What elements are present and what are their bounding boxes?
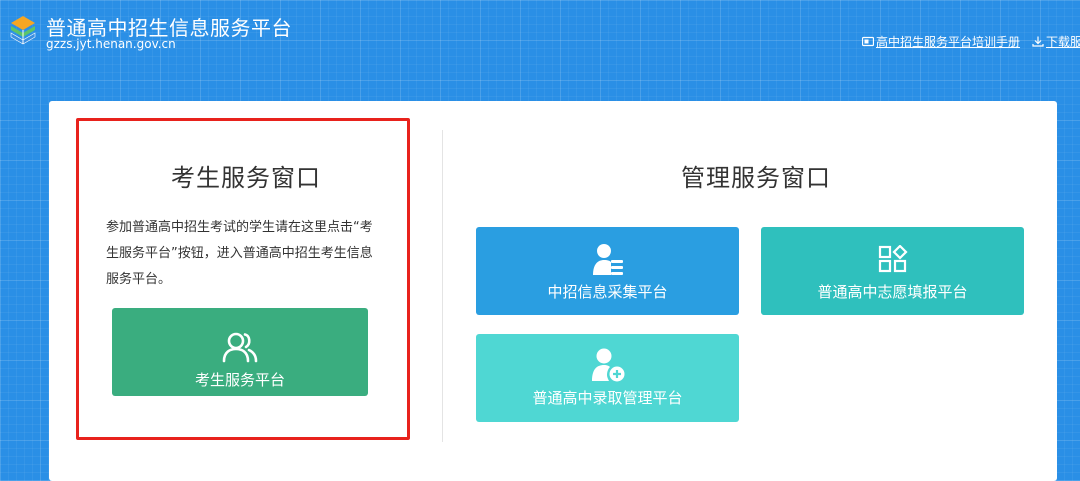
admission-management-platform-button[interactable]: 普通高中录取管理平台 — [476, 334, 739, 422]
admission-management-platform-label: 普通高中录取管理平台 — [532, 389, 683, 407]
training-manual-label: 高中招生服务平台培训手册 — [876, 35, 1021, 49]
site-domain: gzzs.jyt.henan.gov.cn — [46, 37, 176, 51]
info-collection-platform-label: 中招信息采集平台 — [547, 283, 668, 301]
section-divider — [442, 130, 443, 442]
download-label: 下载服 — [1046, 35, 1080, 49]
student-window-title: 考生服务窗口 — [171, 164, 321, 192]
header: 普通高中招生信息服务平台 gzzs.jyt.henan.gov.cn 高中招生服… — [0, 0, 1080, 60]
info-collection-platform-button[interactable]: 中招信息采集平台 — [476, 227, 739, 315]
apps-grid-icon — [878, 245, 908, 273]
user-add-icon — [591, 348, 624, 382]
student-platform-button[interactable]: 考生服务平台 — [112, 308, 368, 396]
student-window-description: 参加普通高中招生考试的学生请在这里点击“考生服务平台”按钮，进入普通高中招生考生… — [106, 220, 373, 287]
management-window-title: 管理服务窗口 — [681, 164, 831, 192]
logo-icon — [10, 16, 36, 45]
user-list-icon — [592, 244, 623, 275]
volunteer-filling-platform-label: 普通高中志愿填报平台 — [817, 283, 968, 301]
manual-icon — [862, 36, 874, 47]
training-manual-link[interactable]: 高中招生服务平台培训手册 — [862, 33, 1020, 50]
download-link[interactable]: 下载服 — [1032, 33, 1080, 50]
volunteer-filling-platform-button[interactable]: 普通高中志愿填报平台 — [761, 227, 1024, 315]
student-platform-label: 考生服务平台 — [194, 371, 285, 389]
users-icon — [222, 332, 258, 363]
download-icon — [1032, 36, 1044, 47]
